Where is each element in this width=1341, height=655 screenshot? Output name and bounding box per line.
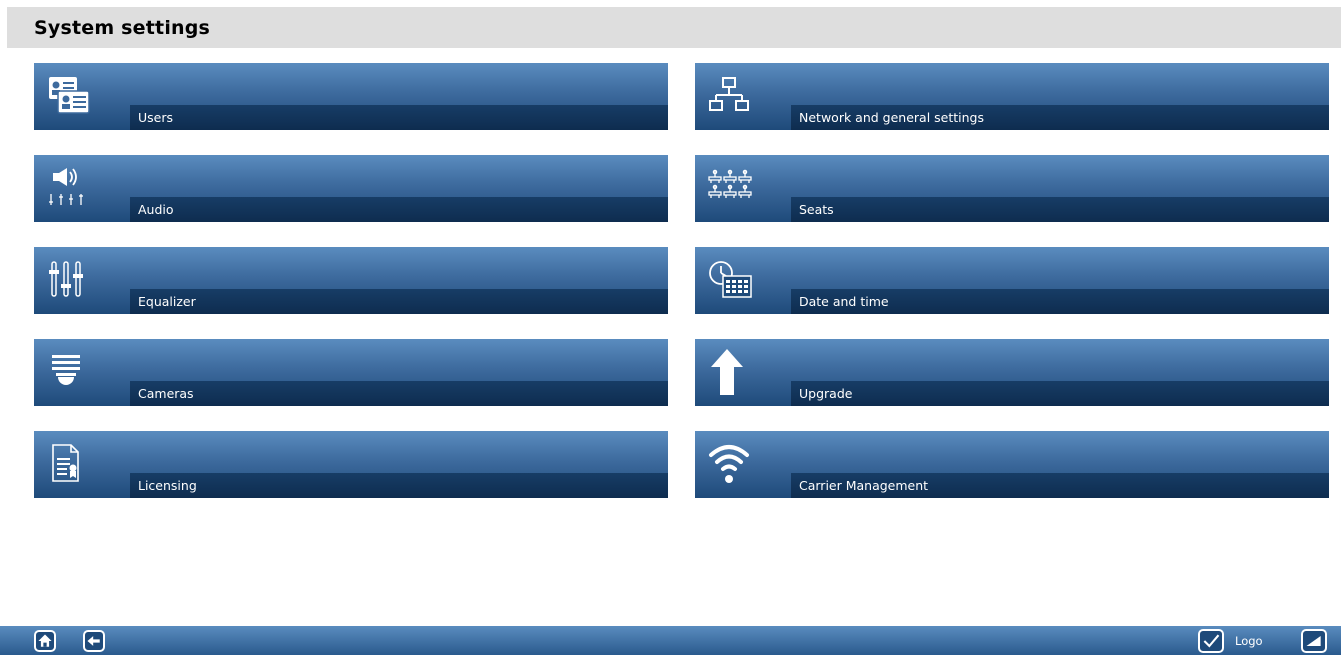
page-header: System settings — [7, 7, 1341, 48]
volume-wedge-icon — [1306, 636, 1321, 646]
tile-label: Network and general settings — [799, 110, 984, 125]
tile-label: Audio — [138, 202, 174, 217]
tile-seats[interactable]: Seats — [695, 155, 1329, 222]
tile-upgrade[interactable]: Upgrade — [695, 339, 1329, 406]
seats-icon — [707, 166, 753, 208]
license-icon — [46, 442, 92, 484]
upload-arrow-icon — [707, 347, 753, 397]
wifi-icon — [707, 439, 753, 489]
tile-label: Cameras — [138, 386, 194, 401]
tile-equalizer[interactable]: Equalizer — [34, 247, 668, 314]
network-icon — [707, 74, 753, 116]
tile-label: Users — [138, 110, 174, 125]
clock-calendar-icon — [707, 258, 753, 300]
volume-button[interactable] — [1301, 629, 1327, 653]
tile-carrier-management[interactable]: Carrier Management — [695, 431, 1329, 498]
label-band — [130, 105, 668, 130]
logo-label[interactable]: Logo — [1235, 634, 1263, 648]
users-icon — [46, 74, 92, 116]
tile-label: Carrier Management — [799, 478, 929, 493]
audio-icon — [46, 166, 92, 208]
checkmark-icon — [1203, 634, 1220, 648]
home-button[interactable] — [34, 630, 56, 652]
tile-date-and-time[interactable]: Date and time — [695, 247, 1329, 314]
label-band — [130, 197, 668, 222]
back-arrow-icon — [87, 636, 100, 646]
tile-audio[interactable]: Audio — [34, 155, 668, 222]
page-title: System settings — [34, 17, 211, 39]
tile-label: Date and time — [799, 294, 889, 309]
home-icon — [38, 634, 52, 647]
footer-bar: Logo — [0, 626, 1341, 655]
tile-users[interactable]: Users — [34, 63, 668, 130]
label-band — [130, 473, 668, 498]
back-button[interactable] — [83, 630, 105, 652]
confirm-button[interactable] — [1198, 629, 1224, 653]
label-band — [791, 381, 1329, 406]
label-band — [791, 197, 1329, 222]
label-band — [130, 381, 668, 406]
tile-label: Seats — [799, 202, 834, 217]
tile-network-and-general-settings[interactable]: Network and general settings — [695, 63, 1329, 130]
camera-icon — [46, 350, 92, 392]
tile-cameras[interactable]: Cameras — [34, 339, 668, 406]
label-band — [130, 289, 668, 314]
tile-label: Upgrade — [799, 386, 853, 401]
tile-label: Equalizer — [138, 294, 196, 309]
equalizer-icon — [46, 258, 92, 300]
tile-label: Licensing — [138, 478, 197, 493]
tile-licensing[interactable]: Licensing — [34, 431, 668, 498]
